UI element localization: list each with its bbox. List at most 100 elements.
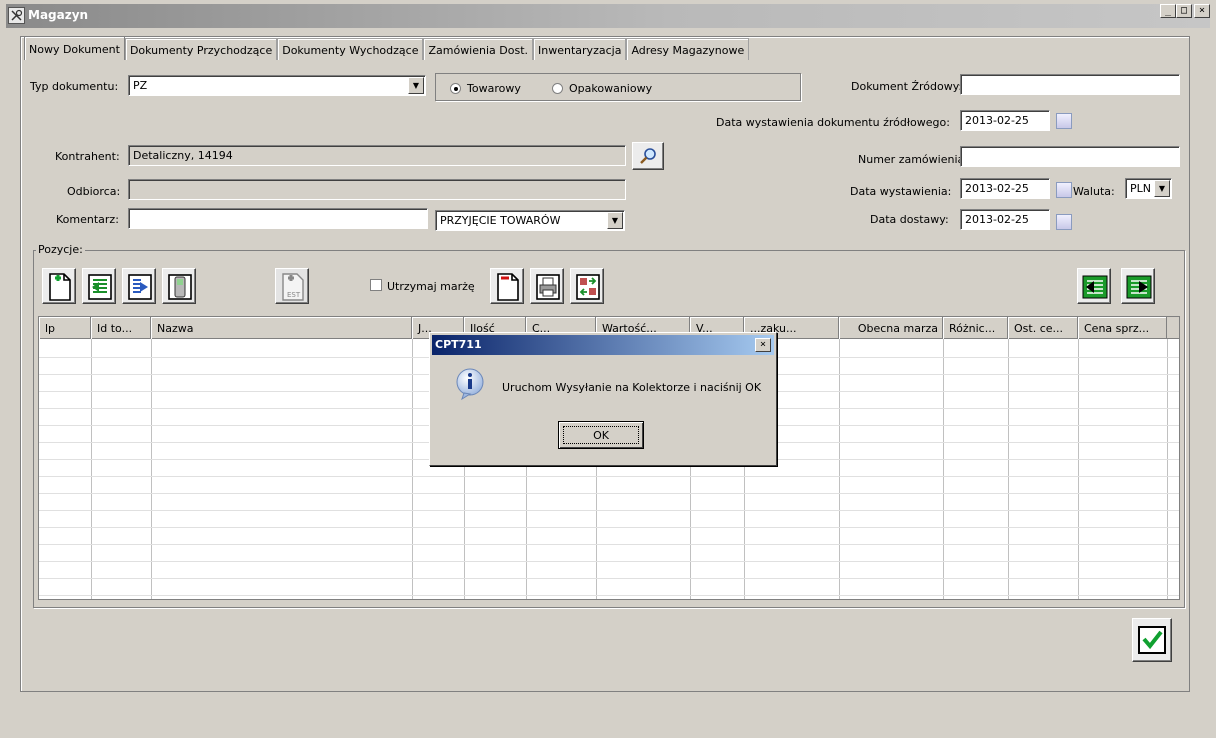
table-row [39,476,1179,477]
dialog-title-bar: CPT711 × [432,335,774,355]
focus-ring [563,426,639,444]
typ-dokumentu-label: Typ dokumentu: [30,80,119,93]
column-divider [943,339,944,599]
numer-zamowienia-label: Numer zamówienia: [858,153,968,166]
print-icon [536,274,560,300]
waluta-label: Waluta: [1073,185,1115,198]
typ-dokumentu-value: PZ [133,79,148,92]
table-row [39,595,1179,596]
kontrahent-value: Detaliczny, 14194 [133,149,233,162]
column-header[interactable]: Różnic... [943,317,1008,339]
app-icon [8,7,25,24]
calendar-icon[interactable] [1056,214,1072,230]
table-row [39,510,1179,511]
table-row [39,578,1179,579]
add-item-button[interactable] [42,268,76,304]
close-window-button[interactable]: × [1194,4,1210,18]
tab-inwentaryzacja[interactable]: Inwentaryzacja [533,38,627,60]
column-header[interactable]: Ost. ce... [1008,317,1078,339]
chevron-down-icon[interactable]: ▼ [1154,180,1170,197]
window-title: Magazyn [28,8,89,22]
checkmark-icon [1138,626,1166,654]
remove-document-icon [497,273,519,301]
typ-dokumentu-select[interactable]: PZ ▼ [128,75,426,96]
table-row [39,544,1179,545]
radio-opakowaniowy[interactable]: Opakowaniowy [552,82,652,95]
column-header[interactable]: Id to... [91,317,151,339]
odbiorca-field [128,179,626,200]
pozycje-label: Pozycje: [36,243,85,256]
komentarz-input[interactable] [128,208,428,229]
collector-button[interactable] [162,268,196,304]
kontrahent-label: Kontrahent: [55,150,120,163]
title-bar: Magazyn [6,4,1210,28]
minimize-button[interactable]: _ [1160,4,1176,18]
tab-zamowienia-dost[interactable]: Zamówienia Dost. [423,38,534,60]
utrzymaj-marze-checkbox[interactable] [370,279,382,291]
ok-button[interactable]: OK [558,421,644,449]
export-green-icon [1126,275,1152,299]
column-divider [1167,339,1168,599]
column-divider [151,339,152,599]
message-dialog: CPT711 × Uruchom Wysyłanie na Kolektorze… [429,332,777,466]
tab-dokumenty-przychodzace[interactable]: Dokumenty Przychodzące [124,38,278,60]
search-kontrahent-button[interactable] [632,142,664,170]
column-header[interactable]: lp [39,317,91,339]
collector-icon [168,274,192,300]
dialog-close-button[interactable]: × [755,338,771,352]
chevron-down-icon[interactable]: ▼ [408,77,424,94]
dokument-zrodlowy-label: Dokument Źródowy: [851,80,963,93]
tab-nowy-dokument[interactable]: Nowy Dokument [24,36,125,60]
numer-zamowienia-input[interactable] [960,146,1180,167]
est-button[interactable]: EST [275,268,309,304]
transfer-button[interactable] [570,268,604,304]
import-list-button[interactable] [82,268,116,304]
import-right-button[interactable] [1077,268,1111,304]
waluta-select[interactable]: PLN ▼ [1125,178,1172,199]
export-icon [128,274,152,300]
data-zrodlowego-value: 2013-02-25 [965,114,1029,127]
tab-dokumenty-wychodzace[interactable]: Dokumenty Wychodzące [277,38,424,60]
column-divider [412,339,413,599]
tab-bar: Nowy Dokument Dokumenty Przychodzące Dok… [24,36,750,60]
table-row [39,561,1179,562]
export-right-button[interactable] [1121,268,1155,304]
data-zrodlowego-input[interactable]: 2013-02-25 [960,110,1050,131]
dialog-title: CPT711 [435,338,482,351]
table-row [39,527,1179,528]
column-header[interactable]: Obecna marza [839,317,943,339]
calendar-icon[interactable] [1056,182,1072,198]
radio-towarowy-icon[interactable] [450,83,461,94]
data-dostawy-label: Data dostawy: [870,213,949,226]
column-divider [91,339,92,599]
utrzymaj-marze-label: Utrzymaj marżę [387,280,475,293]
info-icon [456,368,484,401]
data-wystawienia-input[interactable]: 2013-02-25 [960,178,1050,199]
print-button[interactable] [530,268,564,304]
transfer-icon [576,274,600,300]
tab-adresy-magazynowe[interactable]: Adresy Magazynowe [626,38,750,60]
dokument-zrodlowy-input[interactable] [960,74,1180,95]
radio-towarowy[interactable]: Towarowy [450,82,521,95]
radio-opakowaniowy-icon[interactable] [552,83,563,94]
remove-item-button[interactable] [490,268,524,304]
search-icon [640,148,656,164]
chevron-down-icon[interactable]: ▼ [607,212,623,229]
data-dostawy-value: 2013-02-25 [965,213,1029,226]
calendar-icon[interactable] [1056,113,1072,129]
waluta-value: PLN [1130,182,1151,195]
radio-towarowy-label: Towarowy [467,82,521,95]
data-wystawienia-label: Data wystawienia: [850,185,952,198]
maximize-button[interactable]: □ [1176,4,1192,18]
column-divider [1078,339,1079,599]
new-document-icon [49,273,71,301]
data-dostawy-input[interactable]: 2013-02-25 [960,209,1050,230]
przyjecie-select[interactable]: PRZYJĘCIE TOWARÓW ▼ [435,210,625,231]
import-green-icon [1082,275,1108,299]
export-button[interactable] [122,268,156,304]
dialog-message: Uruchom Wysyłanie na Kolektorze i naciśn… [502,381,762,394]
confirm-button[interactable] [1132,618,1172,662]
column-header[interactable]: Nazwa [151,317,412,339]
column-header[interactable]: Cena sprz... [1078,317,1167,339]
komentarz-label: Komentarz: [56,213,119,226]
